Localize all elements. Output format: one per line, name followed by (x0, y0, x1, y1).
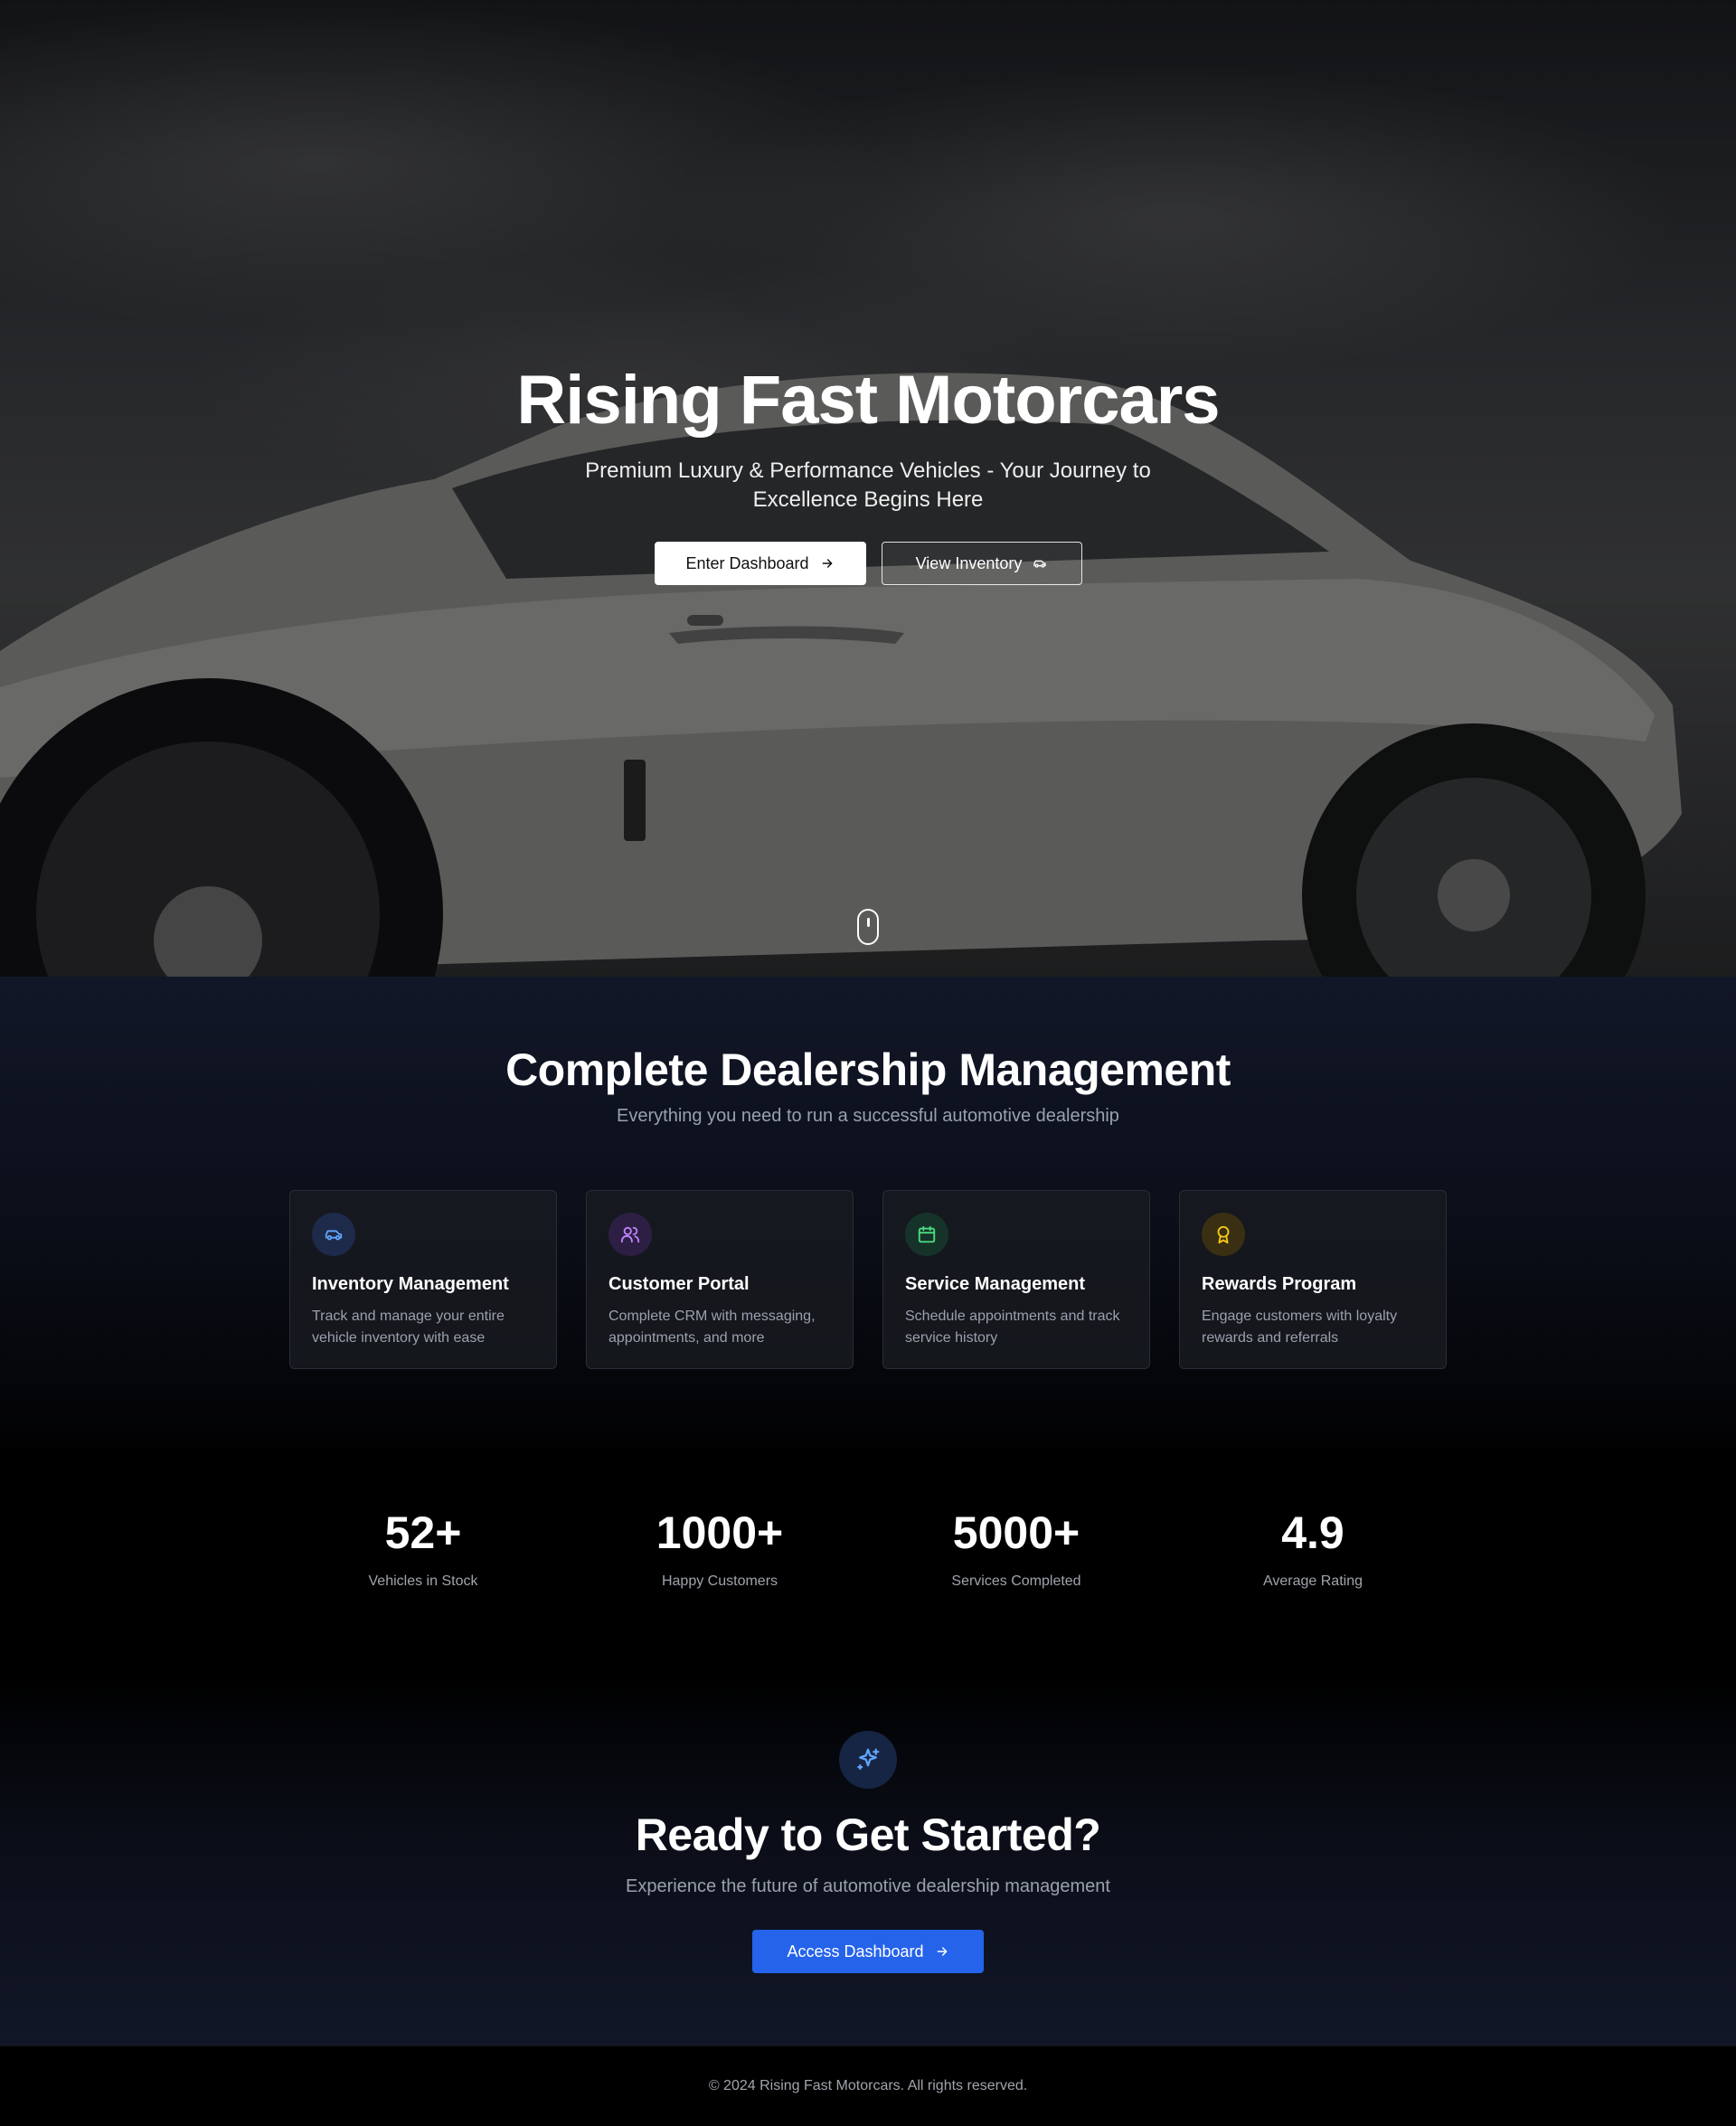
hero-buttons: Enter Dashboard View Inventory (654, 542, 1082, 585)
card-title: Service Management (905, 1274, 1085, 1294)
calendar-icon (918, 1225, 936, 1243)
sparkles-icon (857, 1748, 880, 1771)
stats-grid: 52+ Vehicles in Stock 1000+ Happy Custom… (289, 1510, 1447, 1590)
enter-dashboard-label: Enter Dashboard (685, 553, 809, 572)
stat-label: Vehicles in Stock (368, 1573, 478, 1589)
card-icon-wrap (609, 1213, 652, 1256)
feature-card-rewards[interactable]: Rewards Program Engage customers with lo… (1179, 1190, 1447, 1369)
stat-label: Happy Customers (661, 1573, 778, 1589)
feature-card-customer-portal[interactable]: Customer Portal Complete CRM with messag… (586, 1190, 854, 1369)
hero-title: Rising Fast Motorcars (516, 362, 1220, 439)
feature-cards: Inventory Management Track and manage yo… (289, 1190, 1447, 1369)
features-section: Complete Dealership Management Everythin… (0, 977, 1736, 1447)
view-inventory-button[interactable]: View Inventory (881, 542, 1082, 585)
arrow-right-icon (937, 1947, 947, 1956)
stats-section: 52+ Vehicles in Stock 1000+ Happy Custom… (0, 1447, 1736, 1673)
card-description: Track and manage your entire vehicle inv… (312, 1309, 505, 1346)
stat-rating: 4.9 Average Rating (1179, 1510, 1447, 1590)
feature-card-service[interactable]: Service Management Schedule appointments… (882, 1190, 1150, 1369)
mouse-scroll-icon[interactable] (857, 909, 879, 945)
card-description: Schedule appointments and track service … (905, 1309, 1120, 1346)
cta-section: Ready to Get Started? Experience the fut… (0, 1673, 1736, 2046)
car-icon (325, 1230, 343, 1241)
card-icon-wrap (1202, 1213, 1245, 1256)
card-description: Engage customers with loyalty rewards an… (1202, 1309, 1398, 1346)
features-subtitle: Everything you need to run a successful … (617, 1106, 1119, 1126)
card-title: Rewards Program (1202, 1274, 1357, 1294)
access-dashboard-label: Access Dashboard (787, 1942, 924, 1961)
enter-dashboard-button[interactable]: Enter Dashboard (654, 542, 866, 585)
stat-value: 4.9 (1281, 1507, 1344, 1558)
award-icon (1217, 1225, 1230, 1244)
stat-label: Services Completed (951, 1573, 1081, 1589)
arrow-right-icon (822, 559, 832, 568)
hero-section: Rising Fast Motorcars Premium Luxury & P… (0, 0, 1736, 977)
card-title: Inventory Management (312, 1274, 509, 1294)
footer-copyright: © 2024 Rising Fast Motorcars. All rights… (708, 2078, 1028, 2093)
cta-button-wrap: Access Dashboard (0, 1930, 1736, 1973)
view-inventory-label: View Inventory (915, 553, 1023, 572)
hero-content: Rising Fast Motorcars Premium Luxury & P… (0, 366, 1736, 585)
stat-vehicles: 52+ Vehicles in Stock (289, 1510, 557, 1590)
stat-value: 5000+ (952, 1507, 1080, 1558)
car-icon (1033, 560, 1047, 568)
feature-card-inventory[interactable]: Inventory Management Track and manage yo… (289, 1190, 557, 1369)
users-icon (620, 1226, 640, 1243)
stat-value: 1000+ (656, 1507, 784, 1558)
cta-title: Ready to Get Started? (635, 1809, 1101, 1860)
access-dashboard-button[interactable]: Access Dashboard (752, 1930, 984, 1973)
cta-subtitle: Experience the future of automotive deal… (626, 1876, 1110, 1896)
stat-label: Average Rating (1263, 1573, 1363, 1589)
stat-value: 52+ (384, 1507, 462, 1558)
footer: © 2024 Rising Fast Motorcars. All rights… (0, 2046, 1736, 2126)
features-title: Complete Dealership Management (505, 1044, 1231, 1095)
card-title: Customer Portal (609, 1274, 750, 1294)
stat-services: 5000+ Services Completed (882, 1510, 1150, 1590)
hero-subtitle: Premium Luxury & Performance Vehicles - … (585, 458, 1151, 512)
card-icon-wrap (312, 1213, 355, 1256)
stat-customers: 1000+ Happy Customers (586, 1510, 854, 1590)
card-icon-wrap (905, 1213, 948, 1256)
card-description: Complete CRM with messaging, appointment… (609, 1309, 816, 1346)
cta-icon-wrap (839, 1731, 897, 1789)
